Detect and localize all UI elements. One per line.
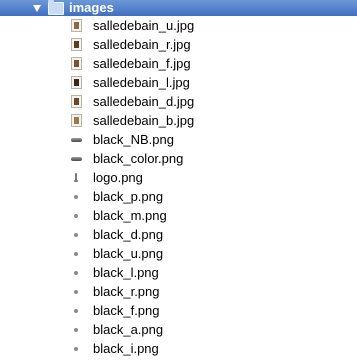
file-row[interactable]: black_a.png <box>0 320 357 339</box>
file-row[interactable]: black_d.png <box>0 225 357 244</box>
dot-icon <box>71 285 82 298</box>
dot-icon <box>71 190 82 203</box>
file-name: black_p.png <box>93 189 164 204</box>
jpg-thumbnail-icon <box>71 76 82 89</box>
file-name: black_color.png <box>93 151 184 166</box>
file-row[interactable]: black_r.png <box>0 282 357 301</box>
logo-icon <box>71 171 82 184</box>
jpg-thumbnail-icon <box>71 38 82 51</box>
file-name: black_a.png <box>93 322 164 337</box>
file-row[interactable]: black_l.png <box>0 263 357 282</box>
file-name: black_r.png <box>93 284 160 299</box>
jpg-thumbnail-icon <box>71 95 82 108</box>
file-name: black_d.png <box>93 227 164 242</box>
file-row[interactable]: salledebain_f.jpg <box>0 54 357 73</box>
file-row[interactable]: salledebain_l.jpg <box>0 73 357 92</box>
file-name: black_m.png <box>93 208 167 223</box>
file-name: black_u.png <box>93 246 164 261</box>
file-name: salledebain_d.jpg <box>93 94 195 109</box>
file-row[interactable]: black_m.png <box>0 206 357 225</box>
jpg-thumbnail-icon <box>71 114 82 127</box>
file-row[interactable]: salledebain_u.jpg <box>0 16 357 35</box>
file-name: black_i.png <box>93 341 159 356</box>
disclosure-triangle-open-icon[interactable] <box>33 5 41 12</box>
folder-row-images[interactable]: images <box>0 0 357 16</box>
dot-icon <box>71 247 82 260</box>
file-row[interactable]: black_i.png <box>0 339 357 358</box>
dash-icon <box>71 152 82 165</box>
file-name: logo.png <box>93 170 143 185</box>
file-row[interactable]: salledebain_r.jpg <box>0 35 357 54</box>
file-name: black_NB.png <box>93 132 174 147</box>
file-name: black_l.png <box>93 265 159 280</box>
file-name: salledebain_f.jpg <box>93 56 191 71</box>
dash-icon <box>71 133 82 146</box>
file-row[interactable]: salledebain_b.jpg <box>0 111 357 130</box>
file-row[interactable]: black_f.png <box>0 301 357 320</box>
file-name: salledebain_r.jpg <box>93 37 191 52</box>
file-row[interactable]: salledebain_d.jpg <box>0 92 357 111</box>
file-list: salledebain_u.jpg salledebain_r.jpgsalled… <box>0 16 357 358</box>
dot-icon <box>71 342 82 355</box>
file-row[interactable]: black_u.png <box>0 244 357 263</box>
file-name: black_f.png <box>93 303 160 318</box>
file-row[interactable]: black_color.png <box>0 149 357 168</box>
dot-icon <box>71 266 82 279</box>
file-name: salledebain_u.jpg <box>93 18 195 33</box>
dot-icon <box>71 228 82 241</box>
file-name: salledebain_l.jpg <box>93 75 190 90</box>
folder-icon <box>48 0 64 15</box>
file-row[interactable]: black_p.png <box>0 187 357 206</box>
folder-label: images <box>69 0 114 15</box>
dot-icon <box>71 304 82 317</box>
dot-icon <box>71 209 82 222</box>
file-name: salledebain_b.jpg <box>93 113 195 128</box>
jpg-thumbnail-icon <box>71 19 82 32</box>
file-row[interactable]: black_NB.png <box>0 130 357 149</box>
jpg-thumbnail-icon <box>71 57 82 70</box>
dot-icon <box>71 323 82 336</box>
file-row[interactable]: logo.png <box>0 168 357 187</box>
